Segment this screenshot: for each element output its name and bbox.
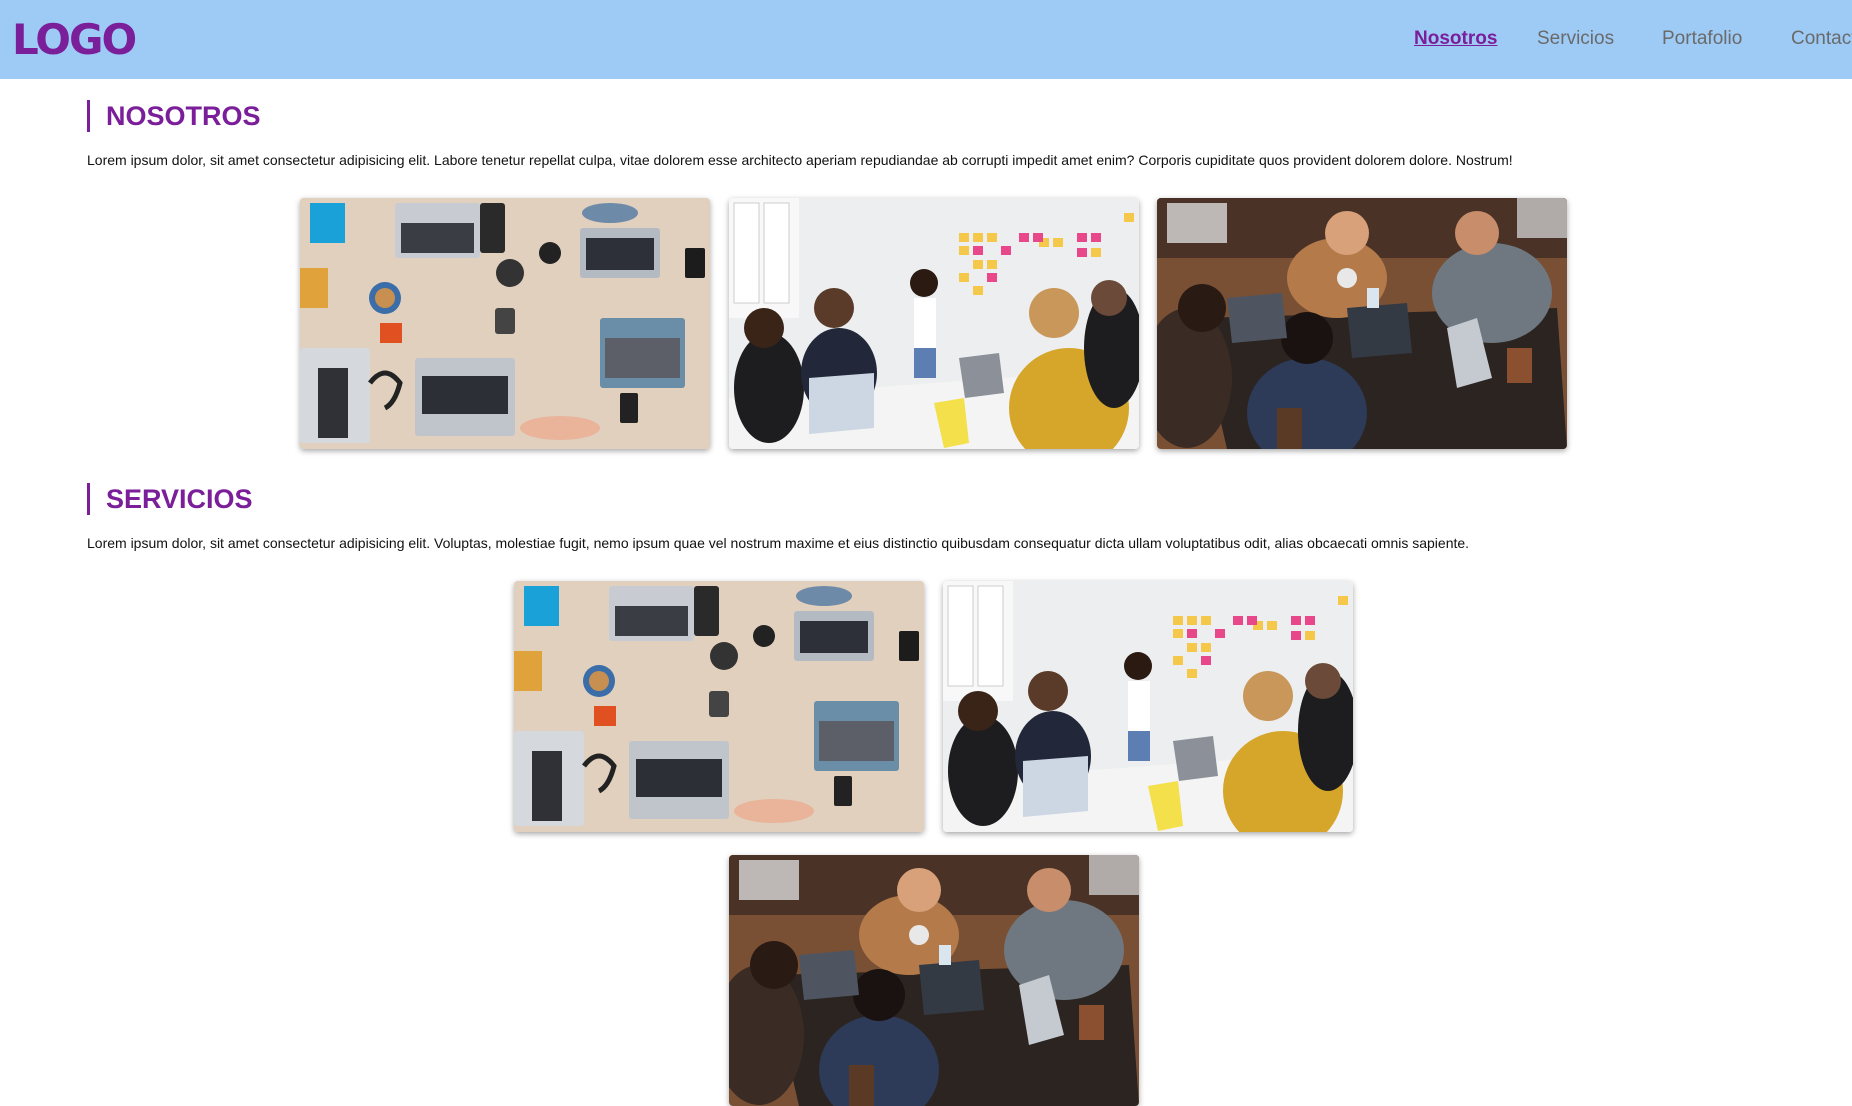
section-title-servicios: SERVICIOS	[87, 483, 253, 515]
section-text-nosotros: Lorem ipsum dolor, sit amet consectetur …	[87, 152, 1513, 168]
laptops-desk-photo	[514, 581, 924, 832]
logo[interactable]: LOGO	[12, 16, 137, 64]
team-coding-photo	[1157, 198, 1567, 449]
team-coding-photo	[729, 855, 1139, 1106]
nav-link-contacto[interactable]: Contacto	[1791, 28, 1852, 50]
section-title-nosotros: NOSOTROS	[87, 100, 261, 132]
sticky-notes-meeting-photo	[729, 198, 1139, 449]
main-nav: Nosotros Servicios Portafolio Contacto	[1414, 0, 1852, 79]
top-navbar: LOGO Nosotros Servicios Portafolio Conta…	[0, 0, 1852, 79]
section-text-servicios: Lorem ipsum dolor, sit amet consectetur …	[87, 535, 1470, 551]
nav-link-portafolio[interactable]: Portafolio	[1662, 28, 1742, 50]
nav-link-servicios[interactable]: Servicios	[1537, 28, 1614, 50]
nav-link-nosotros[interactable]: Nosotros	[1414, 28, 1497, 50]
laptops-desk-photo	[300, 198, 710, 449]
sticky-notes-meeting-photo	[943, 581, 1353, 832]
